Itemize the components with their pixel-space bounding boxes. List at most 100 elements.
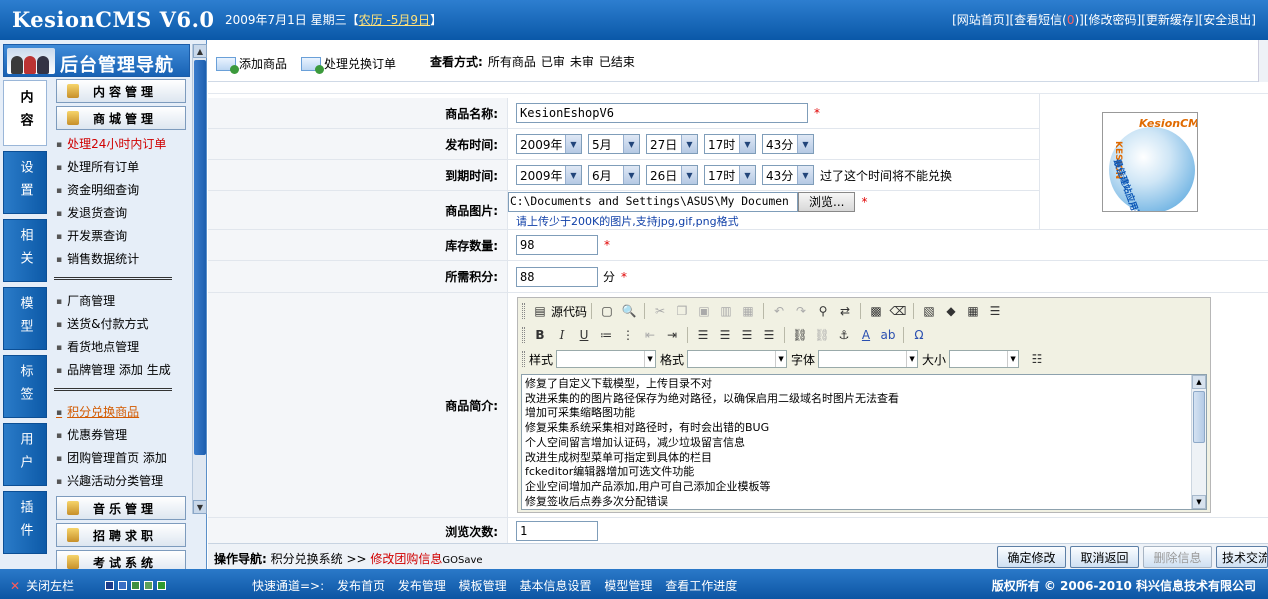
image-icon[interactable]: ▧ — [921, 303, 937, 319]
theme-swatch[interactable] — [144, 581, 153, 590]
align-center-icon[interactable]: ☰ — [717, 327, 733, 343]
refresh-cache-link[interactable]: [更新缓存] — [1141, 13, 1198, 27]
menu-jobs[interactable]: 招聘求职 — [56, 523, 186, 547]
menu-item-viewing-locations[interactable]: 看货地点管理 — [52, 336, 190, 359]
menu-shop-management[interactable]: 商城管理 — [56, 106, 186, 130]
replace-icon[interactable]: ⇄ — [837, 303, 853, 319]
product-name-input[interactable] — [516, 103, 808, 123]
menu-item-brands[interactable]: 品牌管理 添加 生成 — [52, 359, 190, 382]
change-password-link[interactable]: [修改密码] — [1084, 13, 1141, 27]
scroll-thumb[interactable] — [194, 60, 206, 455]
main-scrollbar[interactable] — [1258, 40, 1268, 82]
view-ended[interactable]: 已结束 — [599, 55, 635, 69]
sidebar-scrollbar[interactable]: ▲ ▼ — [192, 44, 207, 514]
tab-content[interactable]: 内容 — [3, 80, 47, 146]
publish-hour-select[interactable]: 17时 ▼ — [704, 134, 756, 154]
new-page-icon[interactable]: ▢ — [599, 303, 615, 319]
flash-icon[interactable]: ◆ — [943, 303, 959, 319]
tab-related[interactable]: 相关 — [3, 219, 47, 282]
theme-swatch[interactable] — [157, 581, 166, 590]
confirm-edit-button[interactable]: 确定修改 — [997, 546, 1066, 568]
cut-icon[interactable]: ✂ — [652, 303, 668, 319]
publish-year-select[interactable]: 2009年 ▼ — [516, 134, 582, 154]
points-input[interactable] — [516, 266, 598, 287]
paste-word-icon[interactable]: ▦ — [740, 303, 756, 319]
stock-input[interactable] — [516, 235, 598, 255]
expire-day-select[interactable]: 26日 ▼ — [646, 165, 698, 185]
block-icon[interactable]: ☷ — [1029, 351, 1045, 367]
expire-hour-select[interactable]: 17时 ▼ — [704, 165, 756, 185]
unordered-list-icon[interactable]: ⋮ — [620, 327, 636, 343]
publish-minute-select[interactable]: 43分 ▼ — [762, 134, 814, 154]
align-right-icon[interactable]: ☰ — [739, 327, 755, 343]
text-color-icon[interactable]: A — [858, 327, 874, 343]
bold-icon[interactable]: B — [532, 327, 548, 343]
outdent-icon[interactable]: ⇤ — [642, 327, 658, 343]
image-path-input[interactable] — [508, 191, 798, 212]
bg-color-icon[interactable]: ab — [880, 327, 896, 343]
cancel-return-button[interactable]: 取消返回 — [1070, 546, 1139, 568]
menu-music-management[interactable]: 音乐管理 — [56, 496, 186, 520]
view-approved[interactable]: 已审 — [541, 55, 565, 69]
menu-item-delivery-payment[interactable]: 送货&付款方式 — [52, 313, 190, 336]
scroll-up-icon[interactable]: ▲ — [193, 44, 207, 58]
views-input[interactable] — [516, 521, 598, 541]
lunar-date-link[interactable]: 农历 -5月9日 — [359, 13, 430, 27]
ordered-list-icon[interactable]: ≔ — [598, 327, 614, 343]
source-icon[interactable]: ▤ — [532, 303, 548, 319]
theme-swatch[interactable] — [118, 581, 127, 590]
preview-icon[interactable]: 🔍 — [621, 303, 637, 319]
source-button[interactable]: 源代码 — [551, 303, 587, 320]
copy-icon[interactable]: ❐ — [674, 303, 690, 319]
link-icon[interactable]: ⛓ — [792, 327, 808, 343]
horizontal-rule-icon[interactable]: ☰ — [987, 303, 1003, 319]
editor-content[interactable]: 修复了自定义下载模型，上传目录不对 改进采集的的图片路径保存为绝对路径，以确保启用… — [521, 374, 1207, 510]
add-product-button[interactable]: 添加商品 — [216, 55, 287, 74]
undo-icon[interactable]: ↶ — [771, 303, 787, 319]
menu-item-points-products[interactable]: 积分兑换商品 — [52, 401, 190, 424]
tab-tags[interactable]: 标签 — [3, 355, 47, 418]
eraser-icon[interactable]: ⌫ — [890, 303, 907, 319]
scroll-down-icon[interactable]: ▼ — [1192, 495, 1206, 509]
view-all-products[interactable]: 所有商品 — [488, 55, 536, 69]
font-select[interactable]: ▼ — [818, 350, 919, 368]
quick-work-progress[interactable]: 查看工作进度 — [665, 579, 737, 593]
tab-plugins[interactable]: 插件 — [3, 491, 47, 554]
browse-button[interactable]: 浏览... — [798, 191, 856, 212]
tech-exchange-button[interactable]: 技术交流 — [1216, 546, 1268, 568]
scroll-thumb[interactable] — [1193, 391, 1205, 443]
format-select[interactable]: ▼ — [687, 350, 788, 368]
menu-item-all-orders[interactable]: 处理所有订单 — [52, 156, 190, 179]
anchor-icon[interactable]: ⚓ — [836, 327, 852, 343]
tab-settings[interactable]: 设置 — [3, 151, 47, 214]
scroll-up-icon[interactable]: ▲ — [1192, 375, 1206, 389]
tab-models[interactable]: 模型 — [3, 287, 47, 350]
quick-model-manage[interactable]: 模型管理 — [604, 579, 652, 593]
table-icon[interactable]: ▦ — [965, 303, 981, 319]
style-select[interactable]: ▼ — [556, 350, 657, 368]
view-unapproved[interactable]: 未审 — [570, 55, 594, 69]
editor-scrollbar[interactable]: ▲ ▼ — [1191, 375, 1206, 509]
scroll-down-icon[interactable]: ▼ — [193, 500, 207, 514]
italic-icon[interactable]: I — [554, 327, 570, 343]
redo-icon[interactable]: ↷ — [793, 303, 809, 319]
menu-item-vendors[interactable]: 厂商管理 — [52, 290, 190, 313]
indent-icon[interactable]: ⇥ — [664, 327, 680, 343]
menu-item-fund-details[interactable]: 资金明细查询 — [52, 179, 190, 202]
publish-month-select[interactable]: 5月 ▼ — [588, 134, 640, 154]
size-select[interactable]: ▼ — [949, 350, 1020, 368]
quick-publish-manage[interactable]: 发布管理 — [398, 579, 446, 593]
menu-item-orders-24h[interactable]: 处理24小时内订单 — [52, 133, 190, 156]
align-left-icon[interactable]: ☰ — [695, 327, 711, 343]
quick-basic-settings[interactable]: 基本信息设置 — [520, 579, 592, 593]
menu-item-coupons[interactable]: 优惠券管理 — [52, 424, 190, 447]
expire-minute-select[interactable]: 43分 ▼ — [762, 165, 814, 185]
expire-year-select[interactable]: 2009年 ▼ — [516, 165, 582, 185]
theme-swatch[interactable] — [105, 581, 114, 590]
select-all-icon[interactable]: ▩ — [868, 303, 884, 319]
close-left-button[interactable]: ✕ 关闭左栏 — [10, 577, 74, 594]
underline-icon[interactable]: U — [576, 327, 592, 343]
menu-item-interest-categories[interactable]: 兴趣活动分类管理 — [52, 470, 190, 493]
publish-day-select[interactable]: 27日 ▼ — [646, 134, 698, 154]
quick-publish-home[interactable]: 发布首页 — [337, 579, 385, 593]
